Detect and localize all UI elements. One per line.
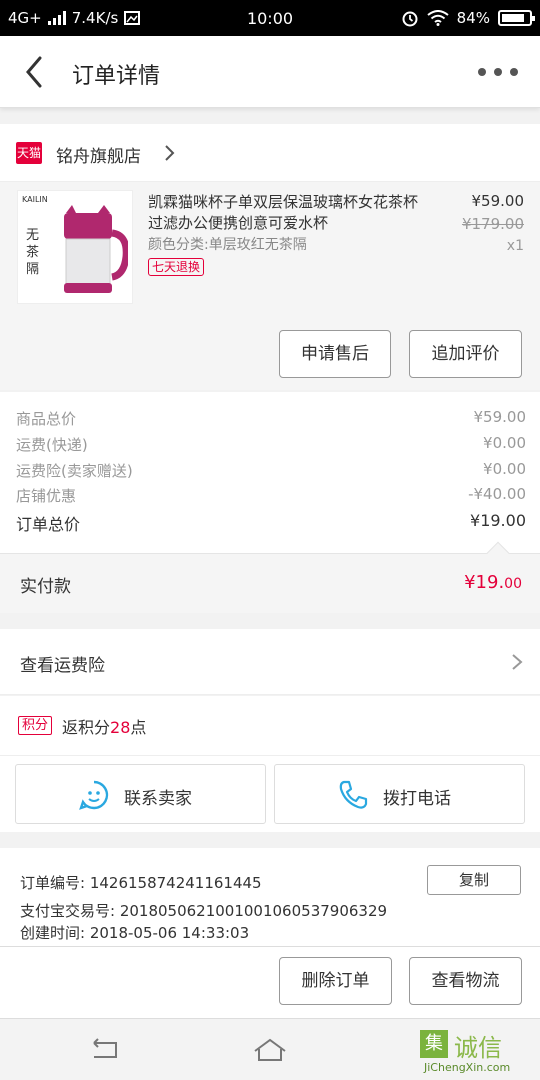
- points-value: 28: [110, 718, 131, 737]
- summary-label: 商品总价: [16, 410, 77, 428]
- tmall-badge: 天猫: [16, 142, 42, 164]
- contact-section: 联系卖家 拨打电话: [0, 756, 540, 832]
- order-total-label: 订单总价: [16, 515, 81, 534]
- delete-order-button[interactable]: 删除订单: [279, 957, 392, 1005]
- alarm-icon: [402, 11, 418, 27]
- summary-value: ¥0.00: [483, 434, 526, 452]
- paid-value: ¥19.00: [464, 572, 522, 593]
- summary-value: ¥59.00: [473, 408, 527, 426]
- points-text: 返积分28点: [62, 714, 146, 738]
- product-image-caption: 无茶隔: [26, 228, 40, 277]
- product-card: KAILIN 无茶隔 凯霖猫咪杯子单双层保温玻璃杯女花茶杯过滤办公便携创意可爱水…: [0, 182, 540, 390]
- order-info: 订单编号: 142615874241161445 复制 支付宝交易号: 2018…: [0, 848, 540, 946]
- battery-percent: 84%: [456, 9, 490, 27]
- paid-main: ¥19.: [464, 572, 505, 593]
- chevron-right-icon: [165, 145, 175, 161]
- shipping-insurance-row[interactable]: 查看运费险: [0, 629, 540, 695]
- points-prefix: 返积分: [62, 718, 111, 737]
- store-row[interactable]: 天猫 铭舟旗舰店: [0, 124, 540, 182]
- contact-seller-button[interactable]: 联系卖家: [15, 764, 266, 824]
- price-summary: 商品总价 ¥59.00 运费(快递) ¥0.00 运费险(卖家赠送) ¥0.00…: [0, 392, 540, 553]
- back-arrow-icon[interactable]: [20, 54, 52, 90]
- phone-icon: [339, 780, 368, 809]
- return-policy-tag: 七天退换: [148, 258, 205, 276]
- bottom-action-bar: 删除订单 查看物流: [0, 946, 540, 1018]
- summary-label: 店铺优惠: [16, 487, 77, 505]
- summary-row-total: 订单总价 ¥19.00: [16, 511, 526, 535]
- summary-row-shipping: 运费(快递) ¥0.00: [16, 434, 526, 458]
- insurance-label: 查看运费险: [20, 656, 105, 676]
- paid-cents: 00: [504, 576, 522, 592]
- summary-value: ¥0.00: [483, 460, 526, 478]
- paid-amount-row: 实付款 ¥19.00: [0, 541, 540, 613]
- summary-value: -¥40.00: [468, 485, 526, 503]
- points-badge: 积分: [18, 716, 53, 735]
- home-nav-icon[interactable]: [253, 1037, 287, 1063]
- product-image-brand: KAILIN: [22, 195, 48, 204]
- store-name: 铭舟旗舰店: [56, 147, 141, 167]
- product-quantity: x1: [506, 238, 524, 254]
- paid-label: 实付款: [20, 577, 71, 597]
- call-phone-button[interactable]: 拨打电话: [274, 764, 525, 824]
- back-nav-icon[interactable]: [88, 1037, 122, 1063]
- copy-button[interactable]: 复制: [427, 865, 521, 895]
- more-options-icon[interactable]: [478, 60, 518, 84]
- after-sale-button[interactable]: 申请售后: [279, 330, 391, 378]
- watermark-text: 诚信: [454, 1034, 502, 1062]
- watermark-mark: 集: [420, 1030, 448, 1058]
- points-suffix: 点: [130, 718, 147, 737]
- status-bar: 4G+ 7.4K/s 10:00 84%: [0, 0, 540, 36]
- status-right: 84%: [401, 9, 535, 27]
- product-image[interactable]: KAILIN 无茶隔: [17, 190, 133, 304]
- cup-image-icon: [64, 205, 128, 293]
- page-title: 订单详情: [72, 64, 161, 89]
- view-logistics-button[interactable]: 查看物流: [409, 957, 522, 1005]
- wifi-icon: [427, 10, 449, 26]
- battery-icon: [498, 10, 535, 26]
- chat-face-icon: [79, 780, 109, 810]
- add-review-button[interactable]: 追加评价: [409, 330, 522, 378]
- created-time: 创建时间: 2018-05-06 14:33:03: [20, 924, 250, 942]
- summary-row-discount: 店铺优惠 -¥40.00: [16, 485, 526, 509]
- contact-seller-label: 联系卖家: [124, 789, 192, 809]
- chevron-right-icon: [512, 654, 523, 670]
- watermark-logo: 集 诚信 JiChengXin.com: [420, 1028, 530, 1076]
- product-spec: 颜色分类:单层玫红无茶隔: [148, 237, 307, 253]
- watermark-url: JiChengXin.com: [424, 1061, 511, 1074]
- summary-row-goods: 商品总价 ¥59.00: [16, 408, 526, 432]
- call-phone-label: 拨打电话: [383, 789, 451, 809]
- page-header: 订单详情: [0, 36, 540, 108]
- product-original-price: ¥179.00: [461, 215, 524, 233]
- product-title[interactable]: 凯霖猫咪杯子单双层保温玻璃杯女花茶杯过滤办公便携创意可爱水杯: [148, 192, 428, 234]
- summary-row-insurance: 运费险(卖家赠送) ¥0.00: [16, 460, 526, 484]
- alipay-number: 支付宝交易号: 2018050621001001060537906329: [20, 902, 388, 920]
- summary-label: 运费险(卖家赠送): [16, 462, 133, 480]
- summary-label: 运费(快递): [16, 436, 88, 454]
- product-price: ¥59.00: [471, 192, 525, 210]
- order-total-value: ¥19.00: [470, 511, 526, 530]
- order-number: 订单编号: 142615874241161445: [20, 874, 262, 892]
- points-row: 积分 返积分28点: [0, 696, 540, 756]
